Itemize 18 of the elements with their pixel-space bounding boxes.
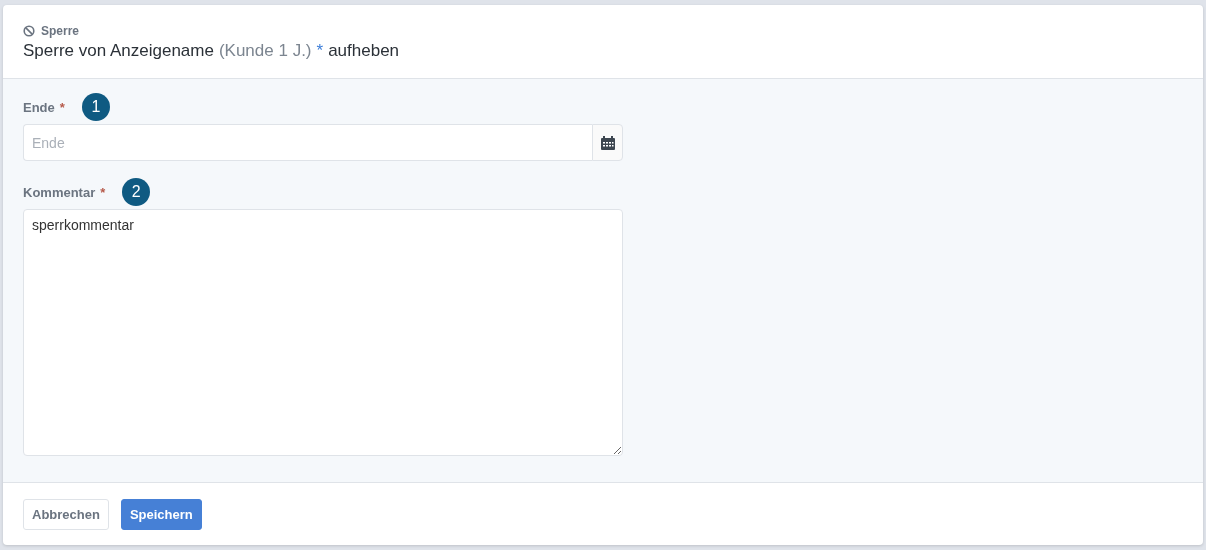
comment-field[interactable]: sperrkommentar: [23, 209, 623, 456]
calendar-button[interactable]: [592, 124, 623, 161]
required-asterisk: *: [59, 99, 65, 115]
cancel-button[interactable]: Abbrechen: [23, 498, 109, 530]
step-badge: 2: [122, 178, 151, 206]
dialog-title-suffix: aufheben: [328, 41, 400, 61]
date-field[interactable]: Ende: [23, 124, 592, 161]
step-badge: 1: [81, 93, 110, 121]
required-asterisk: *: [316, 41, 324, 61]
field-label: Kommentar: [23, 184, 96, 200]
customer-detail: (Kunde 1 J.): [218, 41, 312, 61]
field-label: Ende: [23, 99, 55, 115]
required-asterisk: *: [100, 184, 106, 200]
save-button[interactable]: Speichern: [120, 498, 202, 530]
dialog-kicker: Sperre: [41, 24, 80, 38]
dialog-title: Sperre von Anzeigename: [23, 41, 214, 61]
calendar-icon: [600, 135, 615, 150]
ban-icon: [23, 25, 35, 37]
